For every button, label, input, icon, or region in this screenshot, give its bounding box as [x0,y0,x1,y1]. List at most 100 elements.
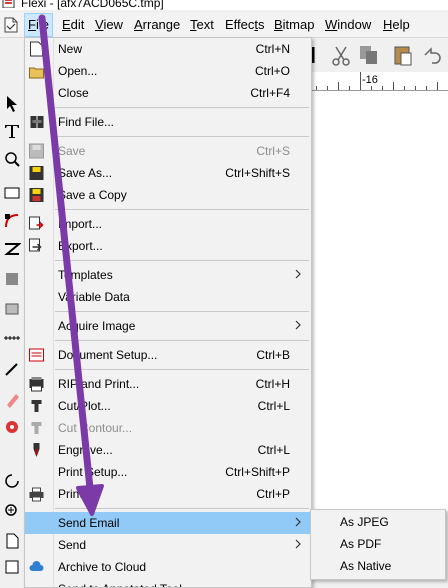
fill-tool-icon[interactable] [3,270,21,288]
menu-item-open[interactable]: Open... Ctrl+O [25,60,311,82]
menu-item-label: Document Setup... [58,348,158,362]
menu-item-variable-data[interactable]: Variable Data [25,286,311,308]
menu-item-label: New [58,42,83,56]
menu-effects[interactable]: Effects [222,13,268,37]
menu-item-label: RIP and Print... [58,377,140,391]
rip-print-icon [29,377,44,392]
color-tool-icon[interactable] [3,418,21,436]
menu-item-label: Save a Copy [58,188,127,202]
open-folder-icon [29,67,44,79]
main-toolbar [310,38,448,72]
crop-tool-icon[interactable] [3,300,21,318]
menu-item-acquire-image[interactable]: Acquire Image [25,315,311,337]
menu-item-shortcut: Ctrl+Shift+P [225,465,290,479]
engrave-icon [33,443,40,457]
menu-item-label: Print... [58,487,93,501]
menu-item-document-setup[interactable]: Document Setup... Ctrl+B [25,344,311,366]
menu-view[interactable]: View [92,13,126,37]
cut-contour-icon [31,422,42,434]
menu-item-export[interactable]: Export... [25,235,311,257]
menu-item-import[interactable]: Import... [25,213,311,235]
menu-item-save-a-copy[interactable]: Save a Copy [25,184,311,206]
menu-item-send-to-annotated-tool[interactable]: Send to Annotated Tool [25,578,311,587]
shape-tool-icon[interactable] [3,150,21,168]
menu-item-label: Templates [58,268,113,282]
menu-arrange[interactable]: Arrange [131,13,183,37]
undo-icon[interactable] [420,43,442,67]
menu-item-find-file[interactable]: Find File... [25,111,311,133]
menu-item-print[interactable]: Print... Ctrl+P [25,483,311,505]
menu-item-shortcut: Ctrl+L [257,399,290,413]
menu-item-label: Acquire Image [58,319,136,333]
menu-item-shortcut: Ctrl+O [254,64,290,78]
menu-help[interactable]: Help [380,13,413,37]
eraser-tool-icon[interactable] [3,390,21,408]
select-pointer-icon[interactable] [3,94,21,112]
document-icon[interactable] [4,17,18,33]
menu-file[interactable]: File [24,13,53,37]
contour-tool-icon[interactable] [3,212,21,230]
menu-item-label: Export... [58,239,103,253]
menu-item-cut-plot[interactable]: Cut/Plot... Ctrl+L [25,395,311,417]
menu-item-label: Close [58,86,89,100]
distortion-tool-icon[interactable] [3,240,21,258]
rectangle-tool-icon[interactable] [3,184,21,202]
submenu-arrow-icon [295,320,301,330]
menu-item-label: Archive to Cloud [58,560,147,574]
find-file-icon [30,116,44,128]
menu-item-label: Send to Annotated Tool [58,581,182,587]
menu-item-save-as[interactable]: Save As... Ctrl+Shift+S [25,162,311,184]
menu-item-archive-to-cloud[interactable]: Archive to Cloud [25,556,311,578]
menu-item-close[interactable]: Close Ctrl+F4 [25,82,311,104]
menu-separator [55,136,309,137]
menu-item-shortcut: Ctrl+S [256,144,290,158]
menu-separator [55,260,309,261]
menu-item-send-email[interactable]: Send Email [25,512,311,534]
title-bar: Flexi - [afx7ACD065C.tmp] [0,0,448,10]
menu-separator [55,311,309,312]
menu-item-send[interactable]: Send [25,534,311,556]
submenu-arrow-icon [295,517,301,527]
menu-item-cut-contour: Cut Contour... [25,417,311,439]
text-tool-icon[interactable] [3,122,21,140]
menu-separator [55,340,309,341]
copy-icon[interactable] [358,43,380,67]
page-tool-icon[interactable] [3,532,21,550]
menu-item-label: Send Email [58,516,120,530]
paste-icon[interactable] [392,43,414,67]
menu-item-new[interactable]: New Ctrl+N [25,38,311,60]
menu-item-print-setup[interactable]: Print Setup... Ctrl+Shift+P [25,461,311,483]
submenu-item-as-pdf[interactable]: As PDF [311,533,445,555]
rotate-tool-icon[interactable] [3,472,21,490]
menu-item-label: Send [58,538,87,552]
menu-item-templates[interactable]: Templates [25,264,311,286]
measure-tool-icon[interactable] [3,330,21,348]
cut-icon[interactable] [330,43,352,67]
submenu-item-as-jpeg[interactable]: As JPEG [311,511,445,533]
menu-item-label: Find File... [58,115,115,129]
design-canvas[interactable] [310,91,448,511]
horizontal-ruler: -16 [310,72,448,91]
menu-item-shortcut: Ctrl+B [256,348,290,362]
submenu-item-label: As Native [340,559,392,573]
send-email-submenu: As JPEG As PDF As Native [310,509,446,580]
menu-item-engrave[interactable]: Engrave... Ctrl+L [25,439,311,461]
new-document-icon [30,41,43,57]
app-logo-icon [2,0,15,8]
menu-separator [55,508,309,509]
menu-item-shortcut: Ctrl+Shift+S [225,166,290,180]
menu-item-shortcut: Ctrl+P [256,487,290,501]
menu-item-label: Import... [58,217,103,231]
menu-bitmap[interactable]: Bitmap [271,13,317,37]
menu-bar: File Edit View Arrange Text Effects Bitmap Wind… [0,13,448,38]
zoom-tool-icon[interactable] [3,502,21,520]
menu-edit[interactable]: Edit [59,13,87,37]
menu-item-rip-and-print[interactable]: RIP and Print... Ctrl+H [25,373,311,395]
menu-text[interactable]: Text [187,13,217,37]
submenu-item-label: As JPEG [340,515,389,529]
menu-separator [55,369,309,370]
knife-tool-icon[interactable] [3,360,21,378]
page-layout-icon[interactable] [3,558,21,576]
menu-window[interactable]: Window [322,13,374,37]
submenu-item-as-native[interactable]: As Native [311,555,445,577]
